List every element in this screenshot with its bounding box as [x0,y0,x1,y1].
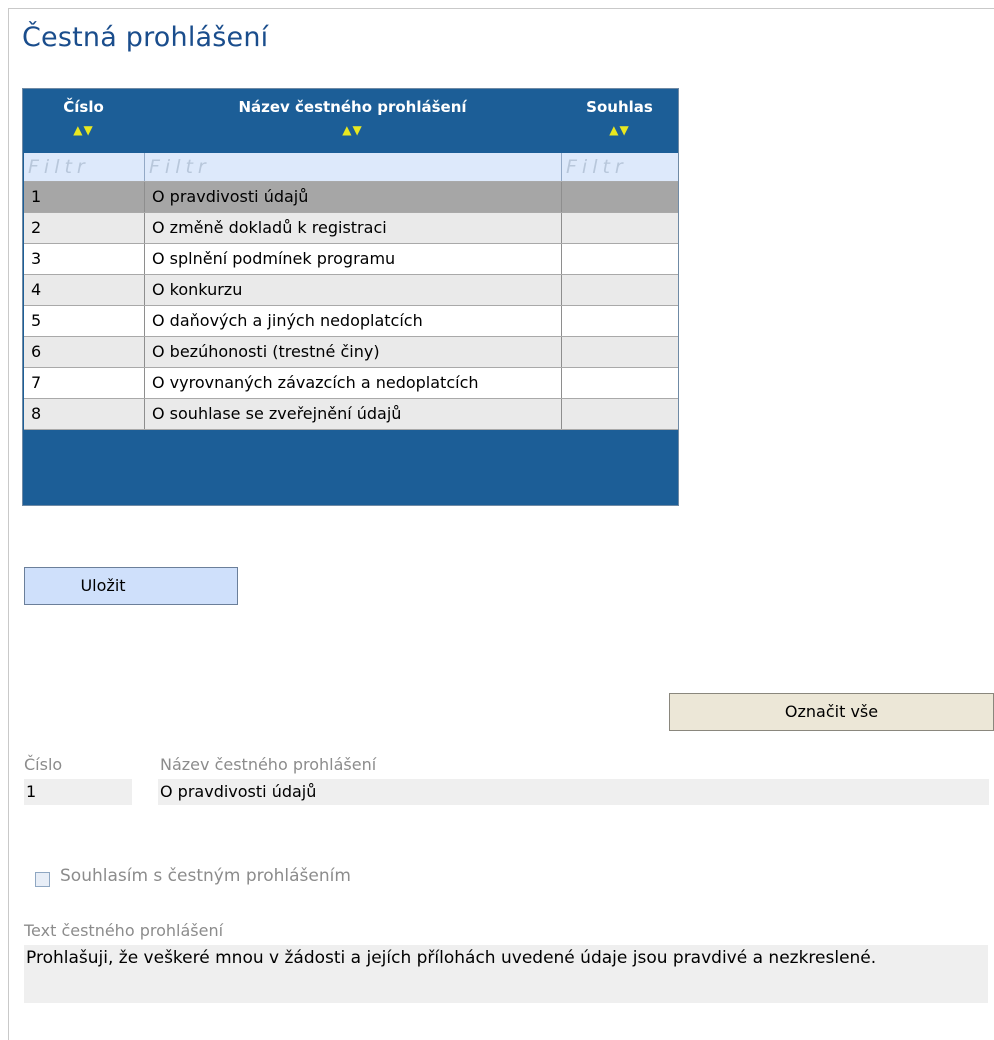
sort-arrows-icon[interactable]: ▲▼ [561,123,678,137]
table-row[interactable]: 7 O vyrovnaných závazcích a nedoplatcích [24,367,678,398]
detail-name-label: Název čestného prohlášení [160,755,377,774]
table-row[interactable]: 3 O splnění podmínek programu [24,243,678,274]
column-header-label: Souhlas [586,98,653,116]
row-number: 1 [24,182,145,212]
declaration-text-label: Text čestného prohlášení [24,921,224,940]
row-consent [562,275,678,305]
row-consent [562,337,678,367]
row-consent [562,368,678,398]
declarations-grid: Číslo ▲▼ Název čestného prohlášení ▲▼ So… [22,88,679,506]
row-name: O souhlase se zveřejnění údajů [145,399,562,429]
table-row[interactable]: 8 O souhlase se zveřejnění údajů [24,398,678,430]
table-row[interactable]: 1 O pravdivosti údajů [24,181,678,212]
filter-input-consent[interactable]: Filtr [562,153,678,181]
detail-number-value: 1 [24,779,132,805]
frame-border-left [8,8,9,1040]
save-button[interactable]: Uložit [24,567,238,605]
select-all-button[interactable]: Označit vše [669,693,994,731]
row-number: 3 [24,244,145,274]
row-consent [562,399,678,429]
row-number: 6 [24,337,145,367]
row-number: 7 [24,368,145,398]
table-row[interactable]: 5 O daňových a jiných nedoplatcích [24,305,678,336]
filter-input-name[interactable]: Filtr [145,153,562,181]
sort-arrows-icon[interactable]: ▲▼ [144,123,561,137]
sort-arrows-icon[interactable]: ▲▼ [23,123,144,137]
declaration-text: Prohlašuji, že veškeré mnou v žádosti a … [24,945,988,1003]
row-name: O změně dokladů k registraci [145,213,562,243]
row-number: 2 [24,213,145,243]
row-name: O splnění podmínek programu [145,244,562,274]
row-consent [562,213,678,243]
row-number: 5 [24,306,145,336]
row-name: O bezúhonosti (trestné činy) [145,337,562,367]
row-consent [562,306,678,336]
table-row[interactable]: 2 O změně dokladů k registraci [24,212,678,243]
consent-checkbox-label[interactable]: Souhlasím s čestným prohlášením [60,866,351,886]
row-consent [562,182,678,212]
row-name: O pravdivosti údajů [145,182,562,212]
row-consent [562,244,678,274]
row-name: O konkurzu [145,275,562,305]
column-header-number[interactable]: Číslo ▲▼ [23,89,144,153]
row-name: O vyrovnaných závazcích a nedoplatcích [145,368,562,398]
detail-name-value: O pravdivosti údajů [158,779,989,805]
detail-number-label: Číslo [24,755,63,774]
filter-row: Filtr Filtr Filtr [24,153,678,181]
row-name: O daňových a jiných nedoplatcích [145,306,562,336]
row-number: 4 [24,275,145,305]
column-header-label: Název čestného prohlášení [238,98,467,116]
column-header-consent[interactable]: Souhlas ▲▼ [561,89,678,153]
row-number: 8 [24,399,145,429]
table-row[interactable]: 4 O konkurzu [24,274,678,305]
page-title: Čestná prohlášení [22,22,269,53]
table-row[interactable]: 6 O bezúhonosti (trestné činy) [24,336,678,367]
column-header-label: Číslo [63,98,104,116]
frame-border-top [8,8,994,9]
filter-input-number[interactable]: Filtr [24,153,145,181]
column-header-name[interactable]: Název čestného prohlášení ▲▼ [144,89,561,153]
consent-checkbox[interactable] [35,872,50,887]
